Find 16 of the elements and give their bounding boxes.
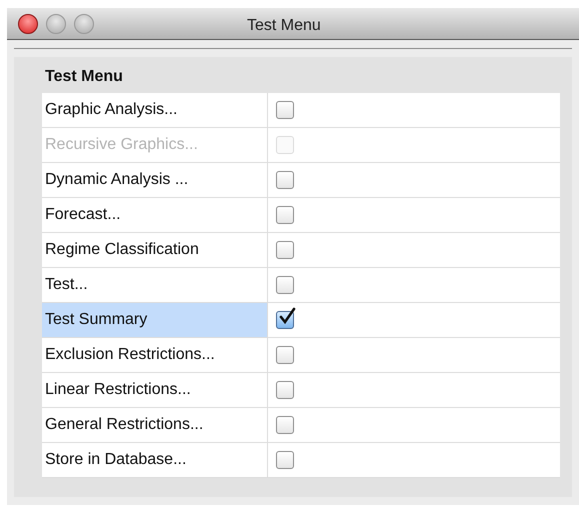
checkbox[interactable] [276,276,294,294]
checkbox[interactable] [276,416,294,434]
minimize-icon[interactable] [46,14,66,34]
close-icon[interactable] [18,14,38,34]
checkbox[interactable] [276,451,294,469]
checkbox[interactable] [276,381,294,399]
window-title: Test Menu [247,16,321,36]
menu-item[interactable]: Test... [42,268,268,302]
panel-heading: Test Menu [45,67,123,87]
checkbox[interactable] [276,171,294,189]
checkbox[interactable] [276,206,294,224]
zoom-icon[interactable] [74,14,94,34]
menu-item[interactable]: Test Summary [42,303,268,337]
checkbox[interactable] [276,241,294,259]
checkbox[interactable] [276,101,294,119]
checkbox[interactable] [276,346,294,364]
